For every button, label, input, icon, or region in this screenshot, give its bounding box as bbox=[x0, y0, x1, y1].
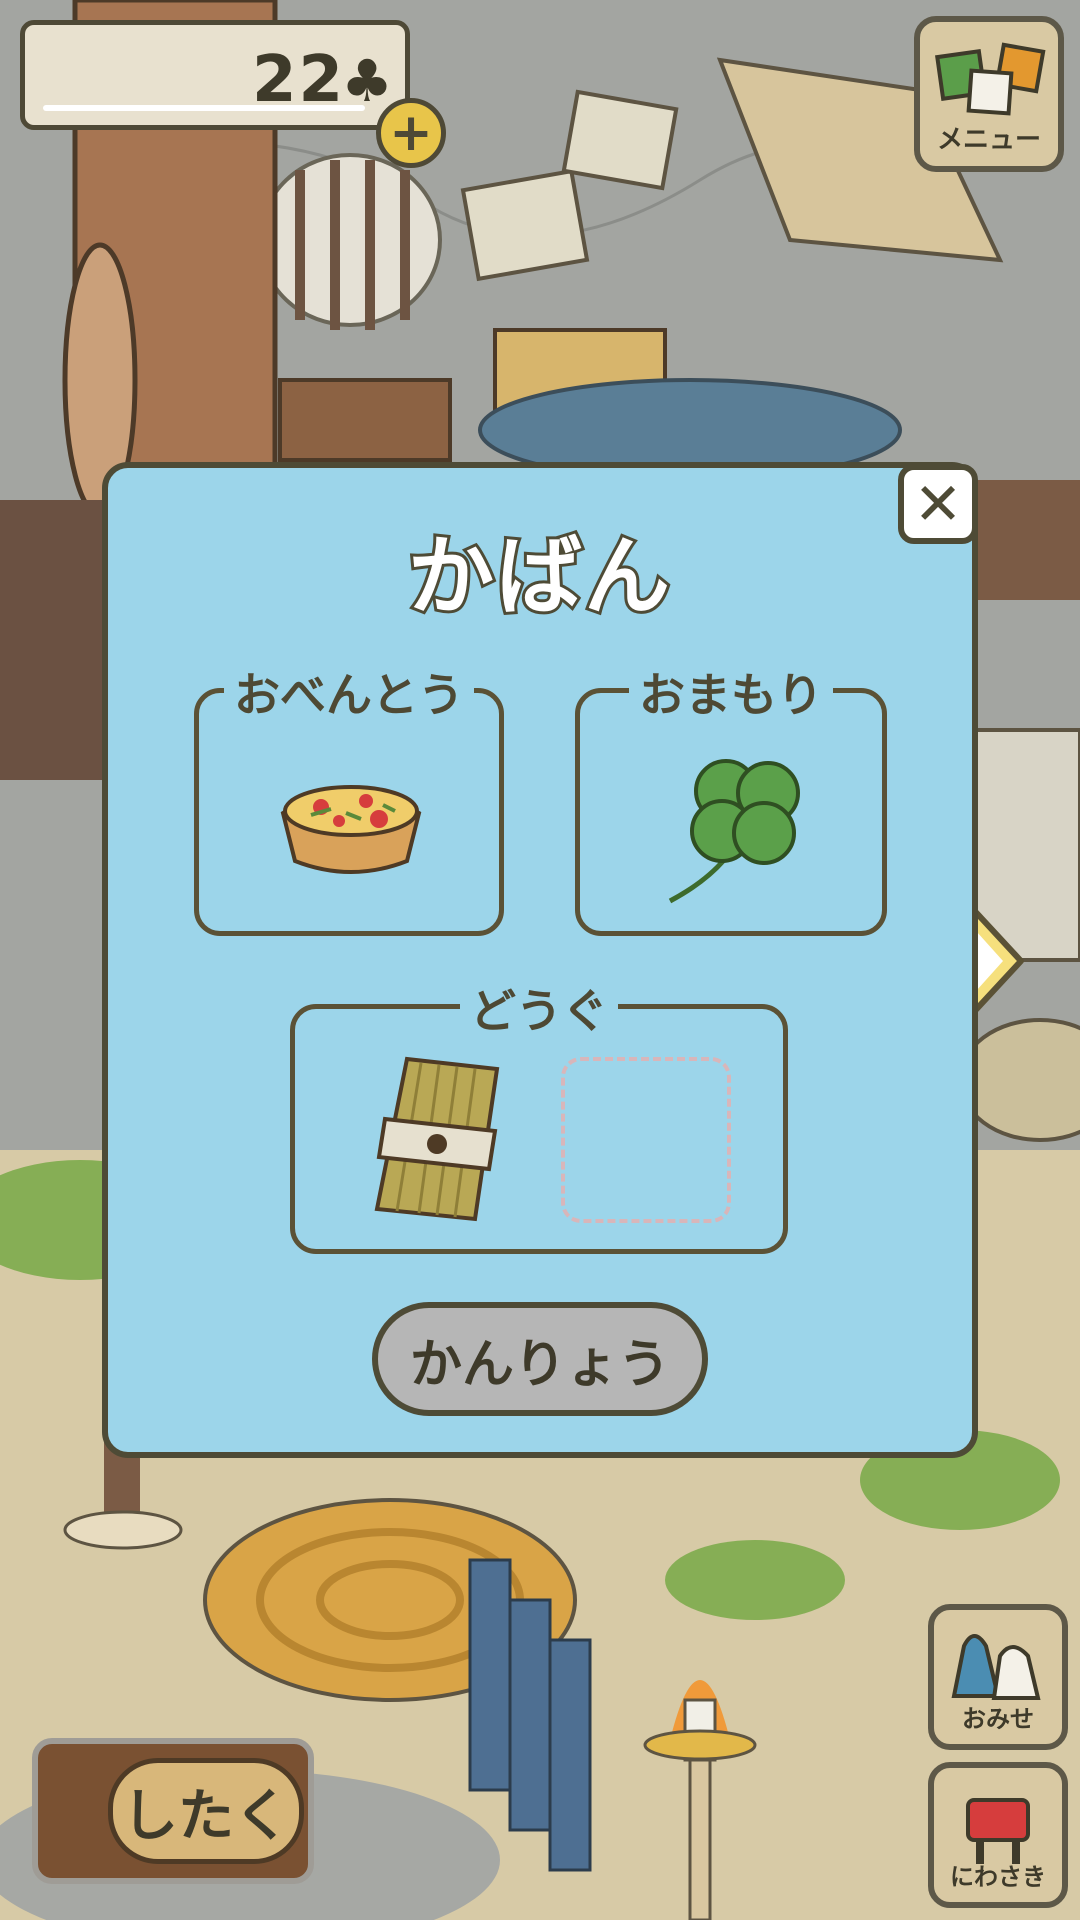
menu-label: メニュー bbox=[936, 125, 1041, 155]
charm-label: おまもり bbox=[629, 659, 833, 725]
prepare-button[interactable]: したく bbox=[32, 1738, 314, 1884]
tools-slot: どうぐ bbox=[290, 975, 788, 1254]
counter-underline bbox=[43, 105, 365, 111]
garden-label: にわさき bbox=[950, 1863, 1046, 1891]
garden-button[interactable]: にわさき bbox=[928, 1762, 1068, 1908]
done-button[interactable]: かんりょう bbox=[372, 1302, 708, 1416]
clover-counter: 22 ♣ bbox=[20, 20, 410, 130]
lunch-label: おべんとう bbox=[224, 659, 474, 725]
four-leaf-clover-icon bbox=[668, 759, 800, 904]
shop-label: おみせ bbox=[962, 1705, 1034, 1733]
shop-button[interactable]: おみせ bbox=[928, 1604, 1068, 1750]
cards-icon bbox=[935, 42, 1046, 116]
shop-bags-icon bbox=[951, 1634, 1041, 1700]
empty-tool-slot[interactable] bbox=[561, 1057, 731, 1223]
quiche-icon bbox=[280, 785, 422, 874]
tools-label: どうぐ bbox=[460, 975, 618, 1041]
prepare-label: したく bbox=[108, 1758, 304, 1864]
add-clover-button[interactable]: + bbox=[376, 98, 446, 168]
lunch-slot[interactable]: おべんとう bbox=[194, 659, 504, 936]
modal-title: かばん bbox=[405, 524, 673, 630]
straw-bundle-icon[interactable] bbox=[357, 1049, 517, 1229]
menu-button[interactable]: メニュー bbox=[914, 16, 1064, 172]
mailbox-icon bbox=[966, 1798, 1030, 1864]
charm-slot[interactable]: おまもり bbox=[575, 659, 887, 936]
